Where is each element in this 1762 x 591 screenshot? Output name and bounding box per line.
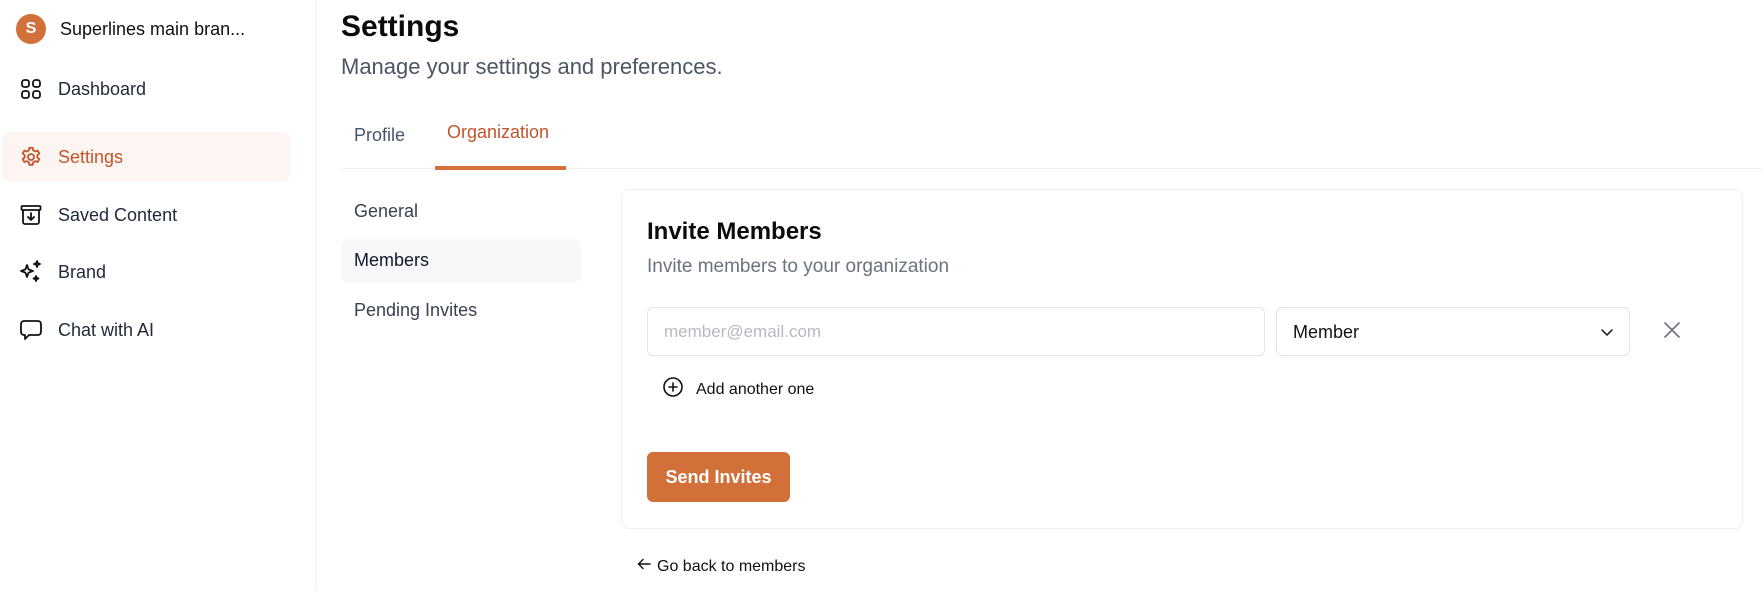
role-value: Member [1293, 322, 1360, 342]
subnav-label: General [354, 201, 419, 221]
card-subtitle: Invite members to your organization [647, 256, 950, 277]
subnav-item-pending-invites[interactable]: Pending Invites [341, 289, 581, 333]
org-name: Superlines main bran... [60, 18, 246, 39]
go-back-link[interactable]: Go back to members [637, 557, 806, 576]
gear-icon [18, 144, 44, 170]
tab-organization[interactable]: Organization [435, 110, 566, 170]
sidebar-item-chat-with-ai[interactable]: Chat with AI [2, 305, 290, 355]
remove-row-button[interactable] [1657, 317, 1687, 347]
avatar: S [16, 14, 46, 44]
subnav-item-general[interactable]: General [341, 190, 581, 234]
subnav-label: Pending Invites [354, 300, 478, 320]
sidebar-item-label: Settings [58, 146, 124, 167]
role-select[interactable]: Member [1276, 307, 1630, 356]
archive-download-icon [18, 202, 44, 228]
chat-bubble-icon [18, 317, 44, 343]
sidebar-item-settings[interactable]: Settings [2, 132, 290, 182]
go-back-label: Go back to members [657, 557, 806, 575]
arrow-left-icon [637, 557, 651, 576]
sidebar-item-label: Dashboard [58, 78, 147, 99]
subnav-item-members[interactable]: Members [341, 239, 581, 283]
sidebar-item-saved-content[interactable]: Saved Content [2, 190, 290, 240]
card-title: Invite Members [647, 218, 822, 245]
grid-icon [18, 76, 44, 102]
send-invites-button[interactable]: Send Invites [647, 452, 790, 502]
email-input[interactable] [647, 307, 1265, 356]
plus-circle-icon [662, 376, 684, 403]
settings-tabs: Profile Organization [341, 110, 1762, 170]
tab-label: Profile [354, 125, 406, 145]
add-another-button[interactable]: Add another one [662, 376, 814, 403]
close-icon [1663, 321, 1681, 344]
invite-members-card: Invite Members Invite members to your or… [621, 189, 1743, 529]
sidebar-item-brand[interactable]: Brand [2, 247, 290, 297]
chevron-down-icon [1599, 324, 1615, 345]
tab-label: Organization [447, 122, 550, 142]
sidebar-item-dashboard[interactable]: Dashboard [2, 64, 290, 114]
tab-profile[interactable]: Profile [341, 110, 421, 168]
page-subtitle: Manage your settings and preferences. [341, 54, 723, 79]
sidebar: S Superlines main bran... Dashboard Sett… [0, 0, 316, 591]
sparkles-icon [18, 259, 44, 285]
org-switcher[interactable]: S Superlines main bran... [16, 14, 245, 44]
page-title: Settings [341, 10, 460, 43]
add-another-label: Add another one [696, 380, 815, 398]
sidebar-item-label: Chat with AI [58, 319, 155, 340]
subnav-label: Members [354, 250, 430, 270]
sidebar-item-label: Brand [58, 261, 107, 282]
sidebar-item-label: Saved Content [58, 204, 178, 225]
